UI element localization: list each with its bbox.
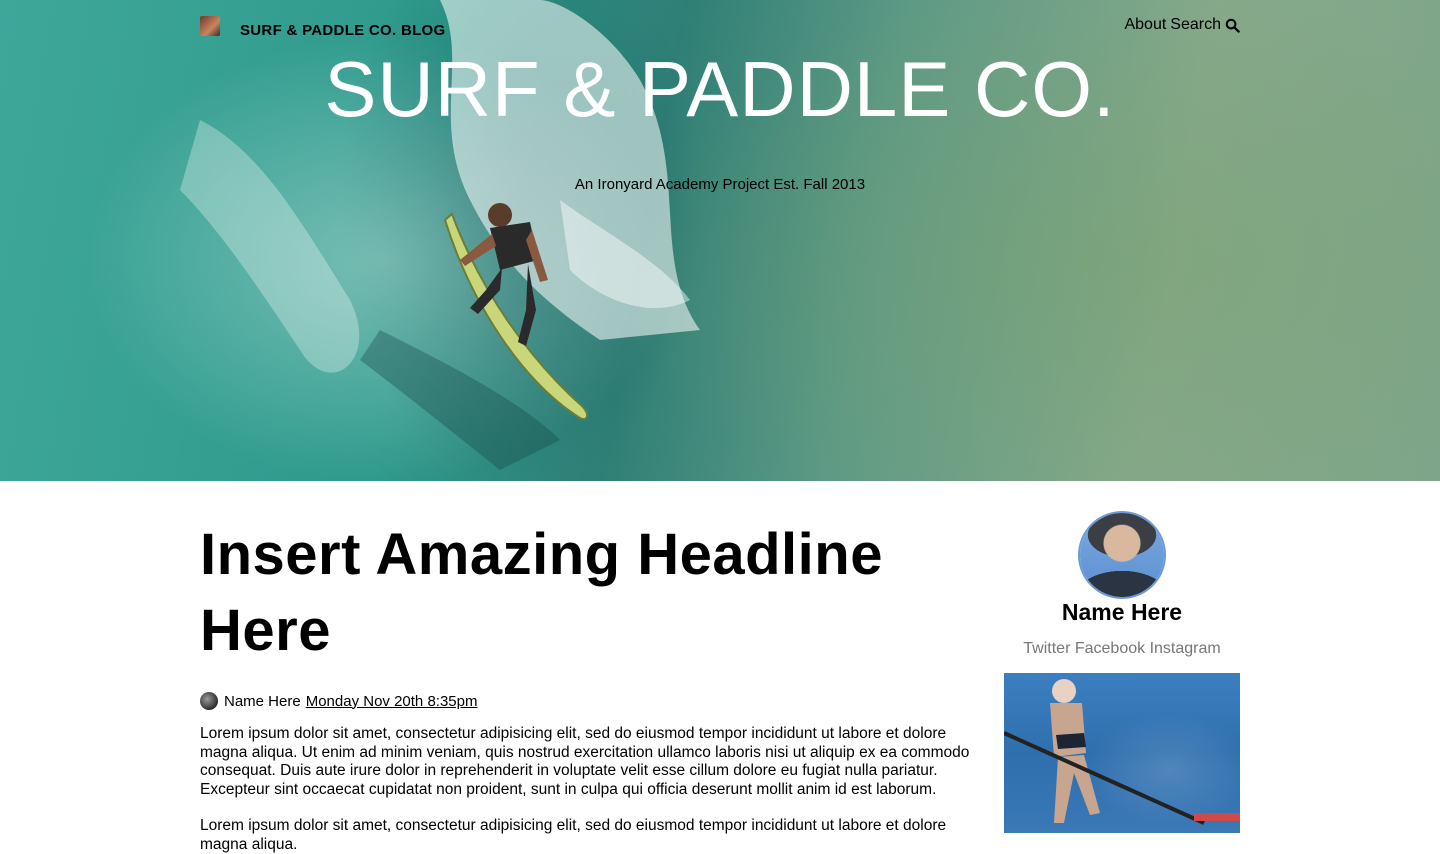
profile-avatar	[1080, 513, 1164, 597]
author-sidebar: Name Here Twitter Facebook Instagram	[1004, 513, 1240, 833]
article-byline: Name Here Monday Nov 20th 8:35pm	[200, 691, 980, 711]
surfer-graphic	[443, 203, 588, 420]
author-name: Name Here	[224, 692, 301, 710]
article-paragraph: Lorem ipsum dolor sit amet, consectetur …	[200, 725, 970, 798]
nav-about-link[interactable]: About	[1124, 16, 1166, 34]
paddleboarder-graphic	[1004, 679, 1240, 825]
article-paragraph: Lorem ipsum dolor sit amet, consectetur …	[200, 817, 947, 853]
author-avatar	[200, 692, 218, 710]
sidebar-photo	[1004, 673, 1240, 833]
blog-logo[interactable]	[200, 16, 220, 36]
top-nav: About Search	[1124, 16, 1240, 34]
nav-search-link[interactable]: Search	[1170, 16, 1221, 34]
twitter-link[interactable]: Twitter	[1023, 640, 1070, 657]
social-links: Twitter Facebook Instagram	[1004, 640, 1240, 658]
post-date-link[interactable]: Monday Nov 20th 8:35pm	[306, 693, 478, 710]
facebook-link[interactable]: Facebook	[1075, 640, 1145, 657]
blog-brand[interactable]: SURF & PADDLE CO. BLOG	[240, 22, 446, 39]
main-content: Insert Amazing Headline Here Name Here M…	[0, 481, 1440, 853]
hero-title: SURF & PADDLE CO.	[324, 45, 1116, 133]
article-headline: Insert Amazing Headline Here	[200, 522, 883, 663]
hero-banner: SURF & PADDLE CO. BLOG About Search SURF…	[0, 0, 1440, 481]
article: Insert Amazing Headline Here Name Here M…	[200, 517, 980, 854]
search-icon[interactable]	[1225, 18, 1240, 33]
instagram-link[interactable]: Instagram	[1150, 640, 1221, 657]
profile-name: Name Here	[1061, 599, 1183, 625]
hero-tagline: An Ironyard Academy Project Est. Fall 20…	[574, 176, 866, 193]
